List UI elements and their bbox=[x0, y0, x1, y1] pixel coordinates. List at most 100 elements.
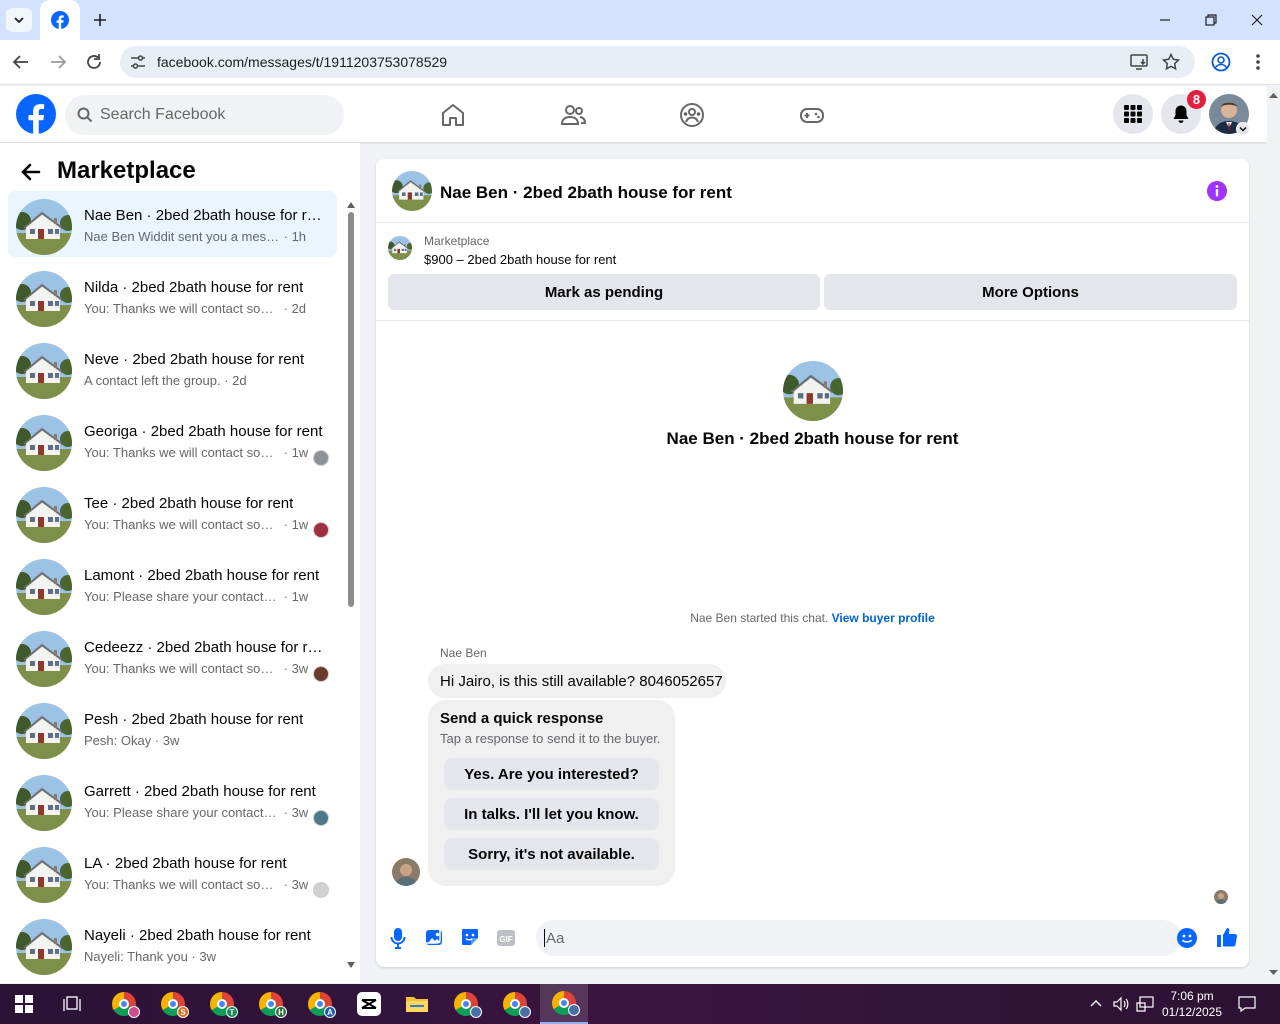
conversation-preview: You: Please share your contact number · … bbox=[84, 805, 308, 820]
conversation-time: 2d bbox=[291, 301, 307, 316]
conversation-item[interactable]: Tee · 2bed 2bath house for rent You: Than… bbox=[8, 479, 337, 545]
quick-reply-in-talks[interactable]: In talks. I'll let you know. bbox=[444, 798, 659, 830]
send-like-button[interactable] bbox=[1216, 926, 1238, 948]
more-options-button[interactable]: More Options bbox=[824, 274, 1237, 310]
conversation-item[interactable]: Georiga · 2bed 2bath house for rent You: … bbox=[8, 407, 337, 473]
sidebar-scrollbar[interactable] bbox=[346, 200, 356, 970]
account-chevron[interactable] bbox=[1236, 122, 1250, 136]
house-photo bbox=[388, 236, 412, 260]
conversation-item[interactable]: Lamont · 2bed 2bath house for rent You: P… bbox=[8, 551, 337, 617]
taskbar-chrome-1[interactable] bbox=[100, 984, 148, 1024]
taskbar-chrome-4[interactable]: H bbox=[247, 984, 295, 1024]
view-buyer-profile-link[interactable]: View buyer profile bbox=[832, 611, 935, 625]
back-button[interactable] bbox=[10, 51, 32, 73]
bell-icon bbox=[1173, 105, 1189, 123]
conversation-snippet: A contact left the group. bbox=[84, 373, 221, 388]
house-photo bbox=[16, 415, 72, 471]
back-arrow-button[interactable] bbox=[20, 161, 42, 183]
conversation-item[interactable]: Nae Ben · 2bed 2bath house for rent Nae B… bbox=[8, 191, 337, 257]
marketplace-sidebar: Marketplace Nae Ben · 2bed 2bath house f… bbox=[0, 143, 360, 983]
action-center-button[interactable] bbox=[1238, 995, 1256, 1013]
chat-start-notice: Nae Ben started this chat. View buyer pr… bbox=[376, 611, 1249, 625]
profile-icon[interactable] bbox=[1211, 52, 1231, 72]
reload-button[interactable] bbox=[83, 51, 105, 73]
gif-button[interactable]: GIF bbox=[496, 929, 516, 947]
bookmark-star-icon[interactable] bbox=[1162, 53, 1180, 71]
taskbar-file-explorer[interactable] bbox=[393, 984, 441, 1024]
house-photo bbox=[16, 919, 72, 975]
site-settings-icon[interactable] bbox=[129, 54, 147, 70]
read-receipt-avatar bbox=[313, 810, 329, 826]
conversation-item[interactable]: Nayeli · 2bed 2bath house for rent Nayeli… bbox=[8, 911, 337, 977]
house-photo bbox=[16, 631, 72, 687]
gif-icon: GIF bbox=[497, 930, 515, 946]
install-app-icon[interactable] bbox=[1130, 53, 1150, 71]
windows-logo-icon bbox=[15, 995, 33, 1013]
notifications-button[interactable]: 8 bbox=[1161, 90, 1206, 134]
message-input[interactable]: Aa bbox=[536, 920, 1197, 956]
page-scrollbar[interactable] bbox=[1267, 86, 1280, 984]
search-box[interactable]: Search Facebook bbox=[65, 95, 344, 135]
conversation-preview: You: Thanks we will contact soon with av… bbox=[84, 517, 308, 532]
taskbar-chrome-3[interactable]: T bbox=[198, 984, 246, 1024]
network-button[interactable] bbox=[1136, 995, 1154, 1013]
attach-photo-button[interactable] bbox=[424, 927, 444, 947]
conversation-item[interactable]: Neve · 2bed 2bath house for rent A contac… bbox=[8, 335, 337, 401]
quick-reply-yes[interactable]: Yes. Are you interested? bbox=[444, 758, 659, 790]
volume-button[interactable] bbox=[1112, 995, 1130, 1013]
system-clock[interactable]: 7:06 pm 01/12/2025 bbox=[1160, 988, 1224, 1020]
home-nav-button[interactable] bbox=[440, 102, 466, 128]
taskbar-chrome-7[interactable] bbox=[491, 984, 539, 1024]
groups-icon bbox=[680, 103, 704, 127]
show-hidden-icons-button[interactable] bbox=[1089, 997, 1103, 1009]
conversation-item[interactable]: Garrett · 2bed 2bath house for rent You: … bbox=[8, 767, 337, 833]
voice-clip-button[interactable] bbox=[390, 927, 406, 949]
forward-button[interactable] bbox=[47, 51, 69, 73]
notification-center-icon bbox=[1238, 996, 1256, 1013]
conversation-title: Tee · 2bed 2bath house for rent bbox=[84, 495, 294, 512]
emoji-button[interactable] bbox=[1177, 928, 1197, 948]
close-window-button[interactable] bbox=[1237, 8, 1277, 32]
chat-title[interactable]: Nae Ben · 2bed 2bath house for rent bbox=[440, 183, 732, 203]
sender-name: Nae Ben bbox=[440, 646, 487, 660]
conversation-snippet: You: Thanks we will contact soon with av… bbox=[84, 661, 280, 676]
taskbar-chrome-active[interactable] bbox=[540, 984, 588, 1024]
separator-dot: · bbox=[220, 373, 233, 388]
conversation-item[interactable]: Nilda · 2bed 2bath house for rent You: Th… bbox=[8, 263, 337, 329]
house-photo bbox=[16, 199, 72, 255]
conversation-item[interactable]: Cedeezz · 2bed 2bath house for rent You: … bbox=[8, 623, 337, 689]
address-bar[interactable]: facebook.com/messages/t/1911203753078529 bbox=[120, 46, 1195, 78]
browser-menu-icon[interactable] bbox=[1250, 52, 1266, 72]
taskbar-chrome-6[interactable] bbox=[442, 984, 490, 1024]
sender-avatar[interactable] bbox=[392, 858, 420, 886]
conversation-item[interactable]: Pesh · 2bed 2bath house for rent Pesh: Ok… bbox=[8, 695, 337, 761]
quick-reply-not-available[interactable]: Sorry, it's not available. bbox=[444, 838, 659, 870]
separator-dot: · bbox=[280, 517, 292, 532]
new-tab-button[interactable] bbox=[88, 8, 112, 32]
listing-bar: Marketplace $900 – 2bed 2bath house for … bbox=[376, 224, 1249, 321]
mark-as-pending-button[interactable]: Mark as pending bbox=[388, 274, 820, 310]
intro-thumbnail[interactable] bbox=[783, 361, 843, 421]
taskbar-chrome-2[interactable]: S bbox=[149, 984, 197, 1024]
conversation-item[interactable]: LA · 2bed 2bath house for rent You: Thank… bbox=[8, 839, 337, 905]
chat-listing-thumbnail[interactable] bbox=[392, 171, 432, 211]
active-tab[interactable] bbox=[40, 0, 80, 40]
restore-button[interactable] bbox=[1191, 8, 1231, 32]
groups-nav-button[interactable] bbox=[679, 102, 705, 128]
message-bubble[interactable]: Hi Jairo, is this still available? 80460… bbox=[428, 664, 726, 698]
start-button[interactable] bbox=[0, 984, 48, 1024]
conversation-info-button[interactable] bbox=[1207, 181, 1227, 201]
taskbar-capcut[interactable] bbox=[345, 984, 393, 1024]
listing-title[interactable]: $900 – 2bed 2bath house for rent bbox=[424, 252, 616, 267]
minimize-button[interactable] bbox=[1145, 8, 1185, 32]
menu-button[interactable] bbox=[1113, 94, 1153, 134]
facebook-logo[interactable] bbox=[16, 94, 56, 134]
profile-badge bbox=[470, 1006, 482, 1018]
listing-thumbnail[interactable] bbox=[388, 236, 412, 260]
sticker-button[interactable] bbox=[460, 927, 480, 947]
tab-search-button[interactable] bbox=[6, 8, 32, 32]
gaming-nav-button[interactable] bbox=[799, 102, 825, 128]
taskbar-chrome-5[interactable]: A bbox=[296, 984, 344, 1024]
friends-nav-button[interactable] bbox=[560, 102, 586, 128]
task-view-button[interactable] bbox=[48, 984, 96, 1024]
